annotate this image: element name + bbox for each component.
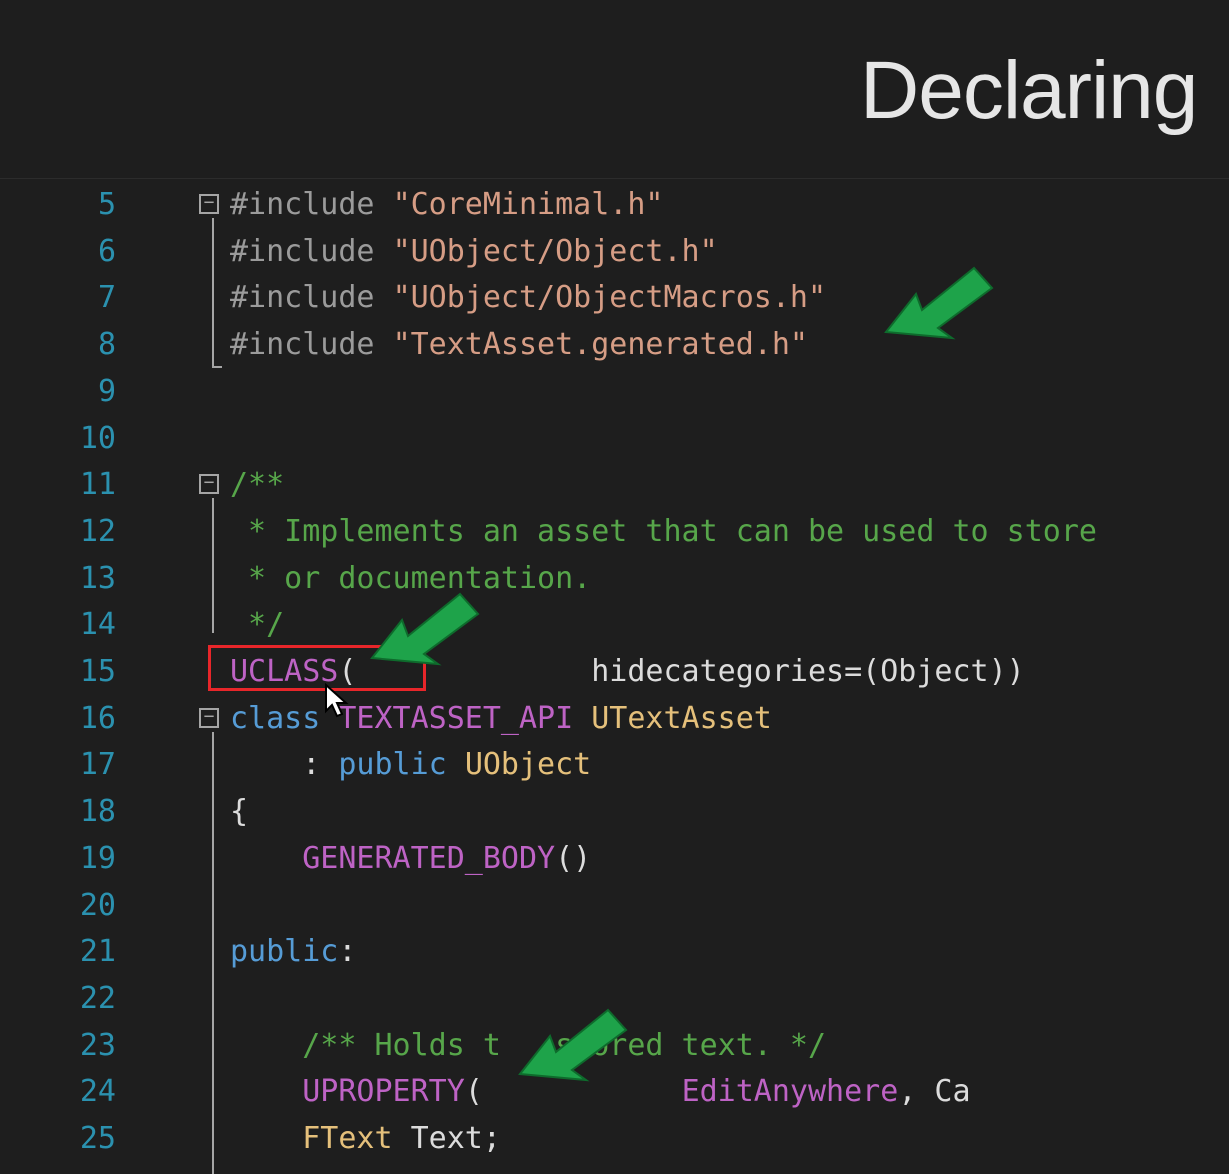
- code-text: #include "TextAsset.generated.h": [230, 322, 808, 369]
- code-text: /**: [230, 462, 284, 509]
- code-token: EditAnywhere: [681, 1074, 899, 1110]
- line-number: 12: [79, 513, 116, 549]
- code-line[interactable]: 25 FText Text;: [0, 1116, 1229, 1163]
- code-text: {: [230, 789, 248, 836]
- code-line[interactable]: 14 */: [0, 602, 1229, 649]
- code-line[interactable]: 19 GENERATED_BODY(): [0, 836, 1229, 883]
- code-line[interactable]: 9: [0, 369, 1229, 416]
- line-number: 13: [79, 560, 116, 596]
- code-text: * Implements an asset that can be used t…: [230, 509, 1097, 556]
- line-number: 11: [79, 467, 116, 503]
- line-number: 6: [97, 233, 116, 269]
- code-token: :: [230, 747, 339, 783]
- code-line[interactable]: 13 * or documentation.: [0, 556, 1229, 603]
- line-number: 19: [79, 840, 116, 876]
- code-text: public:: [230, 929, 356, 976]
- code-token: "CoreMinimal.h": [392, 187, 664, 222]
- uclass-arrow: [370, 592, 480, 666]
- code-line[interactable]: 5 − #include "CoreMinimal.h": [0, 182, 1229, 229]
- line-number: 23: [79, 1027, 116, 1063]
- code-token: "UObject/Object.h": [392, 233, 718, 269]
- code-token: GENERATED_BODY: [230, 840, 556, 876]
- line-number: 18: [79, 794, 116, 830]
- code-line[interactable]: 6 #include "UObject/Object.h": [0, 229, 1229, 276]
- code-token: public: [230, 934, 339, 970]
- code-token: #include: [230, 233, 393, 269]
- code-line[interactable]: 21 public:: [0, 929, 1229, 976]
- code-token: FText: [230, 1121, 411, 1156]
- code-token: UObject: [464, 747, 592, 783]
- code-token: {: [230, 794, 249, 830]
- code-line[interactable]: 18 {: [0, 789, 1229, 836]
- code-line[interactable]: 17 : public UObject: [0, 742, 1229, 789]
- slide: Declaring 5− #include "CoreMinimal.h" 6 #in…: [0, 0, 1229, 1174]
- code-text: GENERATED_BODY(): [230, 836, 591, 883]
- code-text: #include "UObject/Object.h": [230, 229, 718, 276]
- line-number: 22: [79, 980, 116, 1016]
- code-token: #include: [230, 327, 393, 363]
- code-token: :: [338, 934, 357, 970]
- line-number: 24: [79, 1074, 116, 1110]
- code-token: /**: [230, 467, 285, 503]
- code-token: "UObject/ObjectMacros.h": [392, 280, 827, 316]
- code-token: Text;: [410, 1121, 501, 1156]
- header-divider: [0, 178, 1229, 179]
- line-number: 25: [79, 1121, 116, 1156]
- fold-toggle-icon[interactable]: −: [199, 474, 219, 495]
- code-line[interactable]: 11 −/**: [0, 462, 1229, 509]
- code-token: TEXTASSET_API: [338, 700, 592, 736]
- slide-title: Declaring: [860, 45, 1198, 136]
- line-number: 14: [79, 607, 116, 643]
- line-number: 5: [97, 187, 116, 222]
- code-text: class TEXTASSET_API UTextAsset: [230, 696, 772, 743]
- code-line[interactable]: 8 #include "TextAsset.generated.h": [0, 322, 1229, 369]
- line-number: 9: [97, 373, 116, 409]
- code-line[interactable]: 7 #include "UObject/ObjectMacros.h": [0, 275, 1229, 322]
- fold-toggle-icon[interactable]: −: [199, 194, 219, 214]
- code-text: FText Text;: [230, 1116, 501, 1163]
- line-number: 15: [79, 654, 116, 689]
- code-token: #include: [230, 187, 393, 222]
- code-token: UPROPERTY: [230, 1074, 465, 1110]
- code-token: */: [230, 607, 285, 643]
- line-number: 16: [79, 700, 116, 736]
- include-generated-arrow: [884, 266, 994, 340]
- mouse-cursor-icon: [325, 683, 349, 718]
- code-token: UTextAsset: [591, 700, 772, 736]
- code-token: class: [230, 700, 339, 736]
- line-number: 17: [79, 747, 116, 783]
- code-text: : public UObject: [230, 742, 591, 789]
- code-token: * Implements an asset that can be used t…: [230, 513, 1097, 549]
- line-number: 20: [79, 887, 116, 923]
- line-number: 7: [97, 280, 116, 316]
- code-line[interactable]: 15 UCLASS( hidecategories=(Object)): [0, 649, 1229, 696]
- code-line[interactable]: 12 * Implements an asset that can be use…: [0, 509, 1229, 556]
- line-number: 21: [79, 934, 116, 970]
- code-token: public: [338, 747, 465, 783]
- fold-toggle-icon[interactable]: −: [199, 707, 219, 728]
- code-line[interactable]: 20: [0, 883, 1229, 930]
- code-text: */: [230, 602, 284, 649]
- line-number: 10: [79, 420, 116, 456]
- code-token: "TextAsset.generated.h": [392, 327, 808, 363]
- uproperty-arrow: [518, 1008, 628, 1082]
- line-number: 8: [97, 327, 116, 363]
- code-line[interactable]: 16 − class TEXTASSET_API UTextAsset: [0, 696, 1229, 743]
- code-token: (): [555, 840, 592, 876]
- code-text: #include "UObject/ObjectMacros.h": [230, 275, 826, 322]
- code-token: , Ca: [898, 1074, 971, 1110]
- code-text: #include "CoreMinimal.h": [230, 182, 664, 229]
- code-line[interactable]: 10: [0, 416, 1229, 463]
- code-token: #include: [230, 280, 393, 316]
